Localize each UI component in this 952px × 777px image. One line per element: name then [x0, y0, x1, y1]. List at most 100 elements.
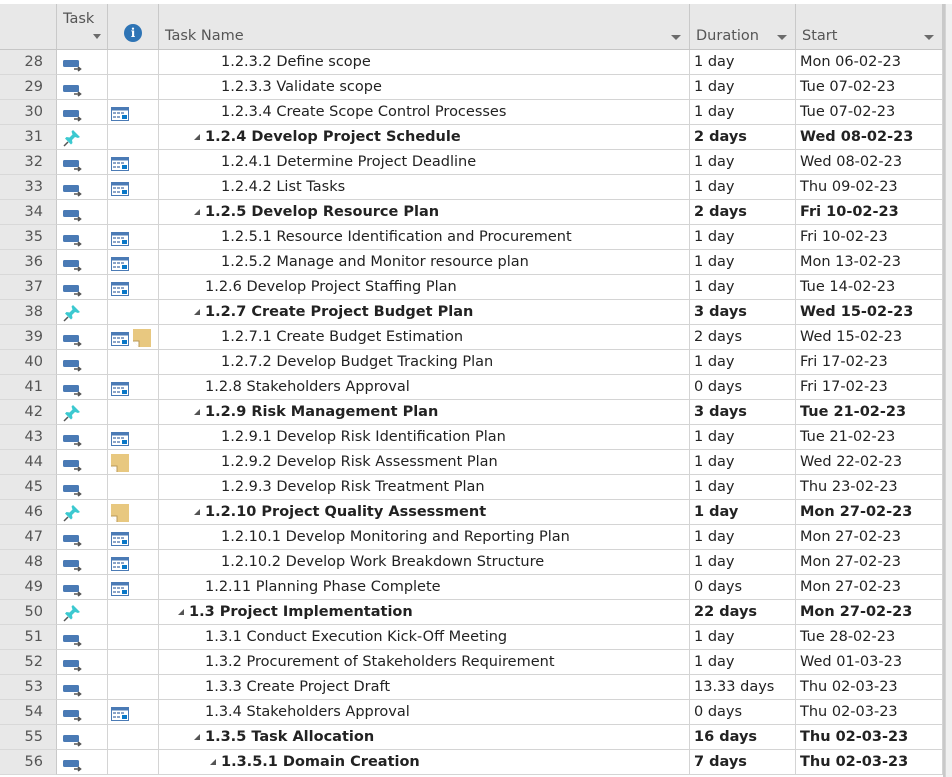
indicators-cell[interactable] [108, 375, 159, 400]
table-row[interactable]: 50 1.3 Project Implementation 22 days Mon 2… [0, 600, 945, 625]
chevron-down-icon[interactable] [93, 34, 101, 39]
calendar-icon[interactable] [111, 530, 129, 546]
start-cell[interactable]: Fri 17-02-23 [796, 350, 943, 375]
chevron-down-icon[interactable] [671, 35, 681, 40]
duration-cell[interactable]: 7 days [690, 750, 796, 775]
task-name-cell[interactable]: 1.2.3.2 Define scope [159, 50, 690, 75]
table-row[interactable]: 56 1.3.5.1 Domain Creation 7 days Thu 02-03… [0, 750, 945, 775]
task-mode-cell[interactable] [57, 625, 108, 650]
indicators-cell[interactable] [108, 100, 159, 125]
row-number[interactable]: 31 [0, 125, 57, 150]
row-number[interactable]: 41 [0, 375, 57, 400]
collapse-triangle-icon[interactable] [194, 134, 200, 140]
task-mode-cell[interactable] [57, 300, 108, 325]
duration-cell[interactable]: 16 days [690, 725, 796, 750]
indicators-cell[interactable] [108, 625, 159, 650]
task-mode-cell[interactable] [57, 500, 108, 525]
chevron-down-icon[interactable] [924, 35, 934, 40]
indicators-cell[interactable] [108, 225, 159, 250]
collapse-triangle-icon[interactable] [194, 209, 200, 215]
row-number[interactable]: 36 [0, 250, 57, 275]
duration-cell[interactable]: 3 days [690, 300, 796, 325]
start-cell[interactable]: Wed 22-02-23 [796, 450, 943, 475]
table-row[interactable]: 44 1.2.9.2 Develop Risk Assessment Plan 1 … [0, 450, 945, 475]
task-name-cell[interactable]: 1.2.9.1 Develop Risk Identification Plan [159, 425, 690, 450]
row-number[interactable]: 46 [0, 500, 57, 525]
collapse-triangle-icon[interactable] [210, 759, 216, 765]
start-cell[interactable]: Mon 06-02-23 [796, 50, 943, 75]
start-cell[interactable]: Tue 07-02-23 [796, 75, 943, 100]
table-row[interactable]: 33 1.2.4.2 List Tasks 1 day Thu 09-02-23 [0, 175, 945, 200]
task-name-cell[interactable]: 1.2.7 Create Project Budget Plan [159, 300, 690, 325]
task-mode-cell[interactable] [57, 475, 108, 500]
task-name-cell[interactable]: 1.3.1 Conduct Execution Kick-Off Meeting [159, 625, 690, 650]
task-mode-cell[interactable] [57, 125, 108, 150]
task-mode-cell[interactable] [57, 100, 108, 125]
indicators-cell[interactable] [108, 125, 159, 150]
row-number[interactable]: 35 [0, 225, 57, 250]
table-row[interactable]: 30 1.2.3.4 Create Scope Control Processes… [0, 100, 945, 125]
indicators-cell[interactable] [108, 550, 159, 575]
note-icon[interactable] [111, 504, 129, 522]
table-row[interactable]: 31 1.2.4 Develop Project Schedule 2 days We… [0, 125, 945, 150]
collapse-triangle-icon[interactable] [194, 734, 200, 740]
task-name-cell[interactable]: 1.2.5 Develop Resource Plan [159, 200, 690, 225]
task-mode-cell[interactable] [57, 550, 108, 575]
calendar-icon[interactable] [111, 255, 129, 271]
duration-cell[interactable]: 1 day [690, 650, 796, 675]
task-name-cell[interactable]: 1.2.8 Stakeholders Approval [159, 375, 690, 400]
start-cell[interactable]: Fri 17-02-23 [796, 375, 943, 400]
indicators-cell[interactable] [108, 275, 159, 300]
table-row[interactable]: 52 1.3.2 Procurement of Stakeholders Requ… [0, 650, 945, 675]
start-cell[interactable]: Wed 15-02-23 [796, 325, 943, 350]
row-number[interactable]: 32 [0, 150, 57, 175]
table-row[interactable]: 32 1.2.4.1 Determine Project Deadline 1 da… [0, 150, 945, 175]
indicators-cell[interactable] [108, 575, 159, 600]
duration-cell[interactable]: 2 days [690, 200, 796, 225]
row-number[interactable]: 52 [0, 650, 57, 675]
start-cell[interactable]: Thu 02-03-23 [796, 750, 943, 775]
indicators-cell[interactable] [108, 300, 159, 325]
table-row[interactable]: 36 1.2.5.2 Manage and Monitor resource pl… [0, 250, 945, 275]
row-number[interactable]: 28 [0, 50, 57, 75]
start-cell[interactable]: Thu 02-03-23 [796, 725, 943, 750]
row-number[interactable]: 55 [0, 725, 57, 750]
table-row[interactable]: 38 1.2.7 Create Project Budget Plan 3 days… [0, 300, 945, 325]
start-cell[interactable]: Fri 10-02-23 [796, 225, 943, 250]
duration-cell[interactable]: 1 day [690, 450, 796, 475]
task-name-cell[interactable]: 1.2.10.1 Develop Monitoring and Reportin… [159, 525, 690, 550]
table-row[interactable]: 29 1.2.3.3 Validate scope 1 day Tue 07-02-2… [0, 75, 945, 100]
table-row[interactable]: 43 1.2.9.1 Develop Risk Identification Pl… [0, 425, 945, 450]
calendar-icon[interactable] [111, 330, 129, 346]
duration-cell[interactable]: 0 days [690, 700, 796, 725]
indicators-cell[interactable] [108, 200, 159, 225]
table-row[interactable]: 28 1.2.3.2 Define scope 1 day Mon 06-02-23 [0, 50, 945, 75]
duration-cell[interactable]: 1 day [690, 625, 796, 650]
chevron-down-icon[interactable] [777, 35, 787, 40]
row-number[interactable]: 30 [0, 100, 57, 125]
row-number[interactable]: 40 [0, 350, 57, 375]
table-row[interactable]: 39 1.2.7.1 Create Budget Estimation 2 days… [0, 325, 945, 350]
collapse-triangle-icon[interactable] [194, 509, 200, 515]
indicators-cell[interactable] [108, 425, 159, 450]
task-mode-cell[interactable] [57, 750, 108, 775]
table-row[interactable]: 40 1.2.7.2 Develop Budget Tracking Plan 1 … [0, 350, 945, 375]
duration-cell[interactable]: 1 day [690, 350, 796, 375]
row-number[interactable]: 29 [0, 75, 57, 100]
duration-cell[interactable]: 22 days [690, 600, 796, 625]
indicators-cell[interactable] [108, 475, 159, 500]
task-name-cell[interactable]: 1.3.5.1 Domain Creation [159, 750, 690, 775]
task-name-cell[interactable]: 1.2.4 Develop Project Schedule [159, 125, 690, 150]
indicators-cell[interactable] [108, 600, 159, 625]
task-mode-cell[interactable] [57, 525, 108, 550]
duration-cell[interactable]: 2 days [690, 125, 796, 150]
task-name-cell[interactable]: 1.2.11 Planning Phase Complete [159, 575, 690, 600]
start-cell[interactable]: Mon 27-02-23 [796, 600, 943, 625]
select-all-corner[interactable] [0, 4, 57, 49]
column-header-task-name[interactable]: Task Name [159, 4, 690, 49]
table-row[interactable]: 35 1.2.5.1 Resource Identification and Pr… [0, 225, 945, 250]
row-number[interactable]: 45 [0, 475, 57, 500]
collapse-triangle-icon[interactable] [194, 409, 200, 415]
calendar-icon[interactable] [111, 230, 129, 246]
calendar-icon[interactable] [111, 180, 129, 196]
